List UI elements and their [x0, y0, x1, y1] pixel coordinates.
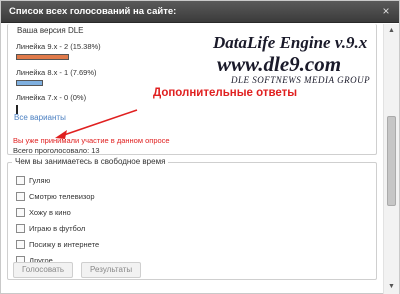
dialog-title: Список всех голосований на сайте:	[9, 6, 177, 17]
checkbox[interactable]	[16, 240, 25, 249]
watermark-group: DLE SOFTNEWS MEDIA GROUP	[231, 75, 371, 85]
scrollbar-thumb[interactable]	[387, 116, 396, 206]
poll-option[interactable]: Хожу в кино	[16, 208, 71, 217]
total-votes: Всего проголосовало: 13	[13, 146, 100, 155]
already-voted-message: Вы уже принимали участие в данном опросе	[13, 136, 170, 145]
poll-option[interactable]: Гуляю	[16, 176, 50, 185]
vote-button[interactable]: Голосовать	[13, 262, 74, 278]
watermark-url: www.dle9.com	[217, 52, 342, 76]
poll-option[interactable]: Играю в футбол	[16, 224, 85, 233]
annotation-label: Дополнительные ответы	[153, 87, 298, 99]
scroll-down-icon[interactable]: ▼	[384, 282, 399, 292]
checkbox[interactable]	[16, 224, 25, 233]
watermark-title: DataLife Engine v.9.x	[213, 33, 368, 52]
poll-result-bar	[16, 54, 69, 60]
checkbox[interactable]	[16, 208, 25, 217]
poll-result-label: Линейка 7.x - 0 (0%)	[16, 93, 87, 102]
poll-legend: Ваша версия DLE	[14, 26, 87, 35]
vertical-scrollbar[interactable]: ▲ ▼	[383, 24, 399, 294]
dialog-titlebar[interactable]: Список всех голосований на сайте: ×	[1, 1, 399, 23]
polls-dialog: Список всех голосований на сайте: × Ваша…	[0, 0, 400, 294]
poll-result-label: Линейка 8.x - 1 (7.69%)	[16, 68, 97, 77]
results-button[interactable]: Результаты	[81, 262, 142, 278]
scroll-up-icon[interactable]: ▲	[384, 26, 399, 36]
checkbox[interactable]	[16, 176, 25, 185]
poll-result-bar	[16, 80, 43, 86]
checkbox[interactable]	[16, 192, 25, 201]
poll-result-label: Линейка 9.x - 2 (15.38%)	[16, 42, 101, 51]
close-icon[interactable]: ×	[379, 4, 393, 18]
poll-option[interactable]: Смотрю телевизор	[16, 192, 95, 201]
all-options-link[interactable]: Все варианты	[14, 113, 66, 122]
dialog-content: Ваша версия DLE Линейка 9.x - 2 (15.38%)…	[1, 24, 383, 294]
poll-option[interactable]: Посижу в интернете	[16, 240, 99, 249]
poll-legend: Чем вы занимаетесь в свободное время	[12, 157, 169, 166]
